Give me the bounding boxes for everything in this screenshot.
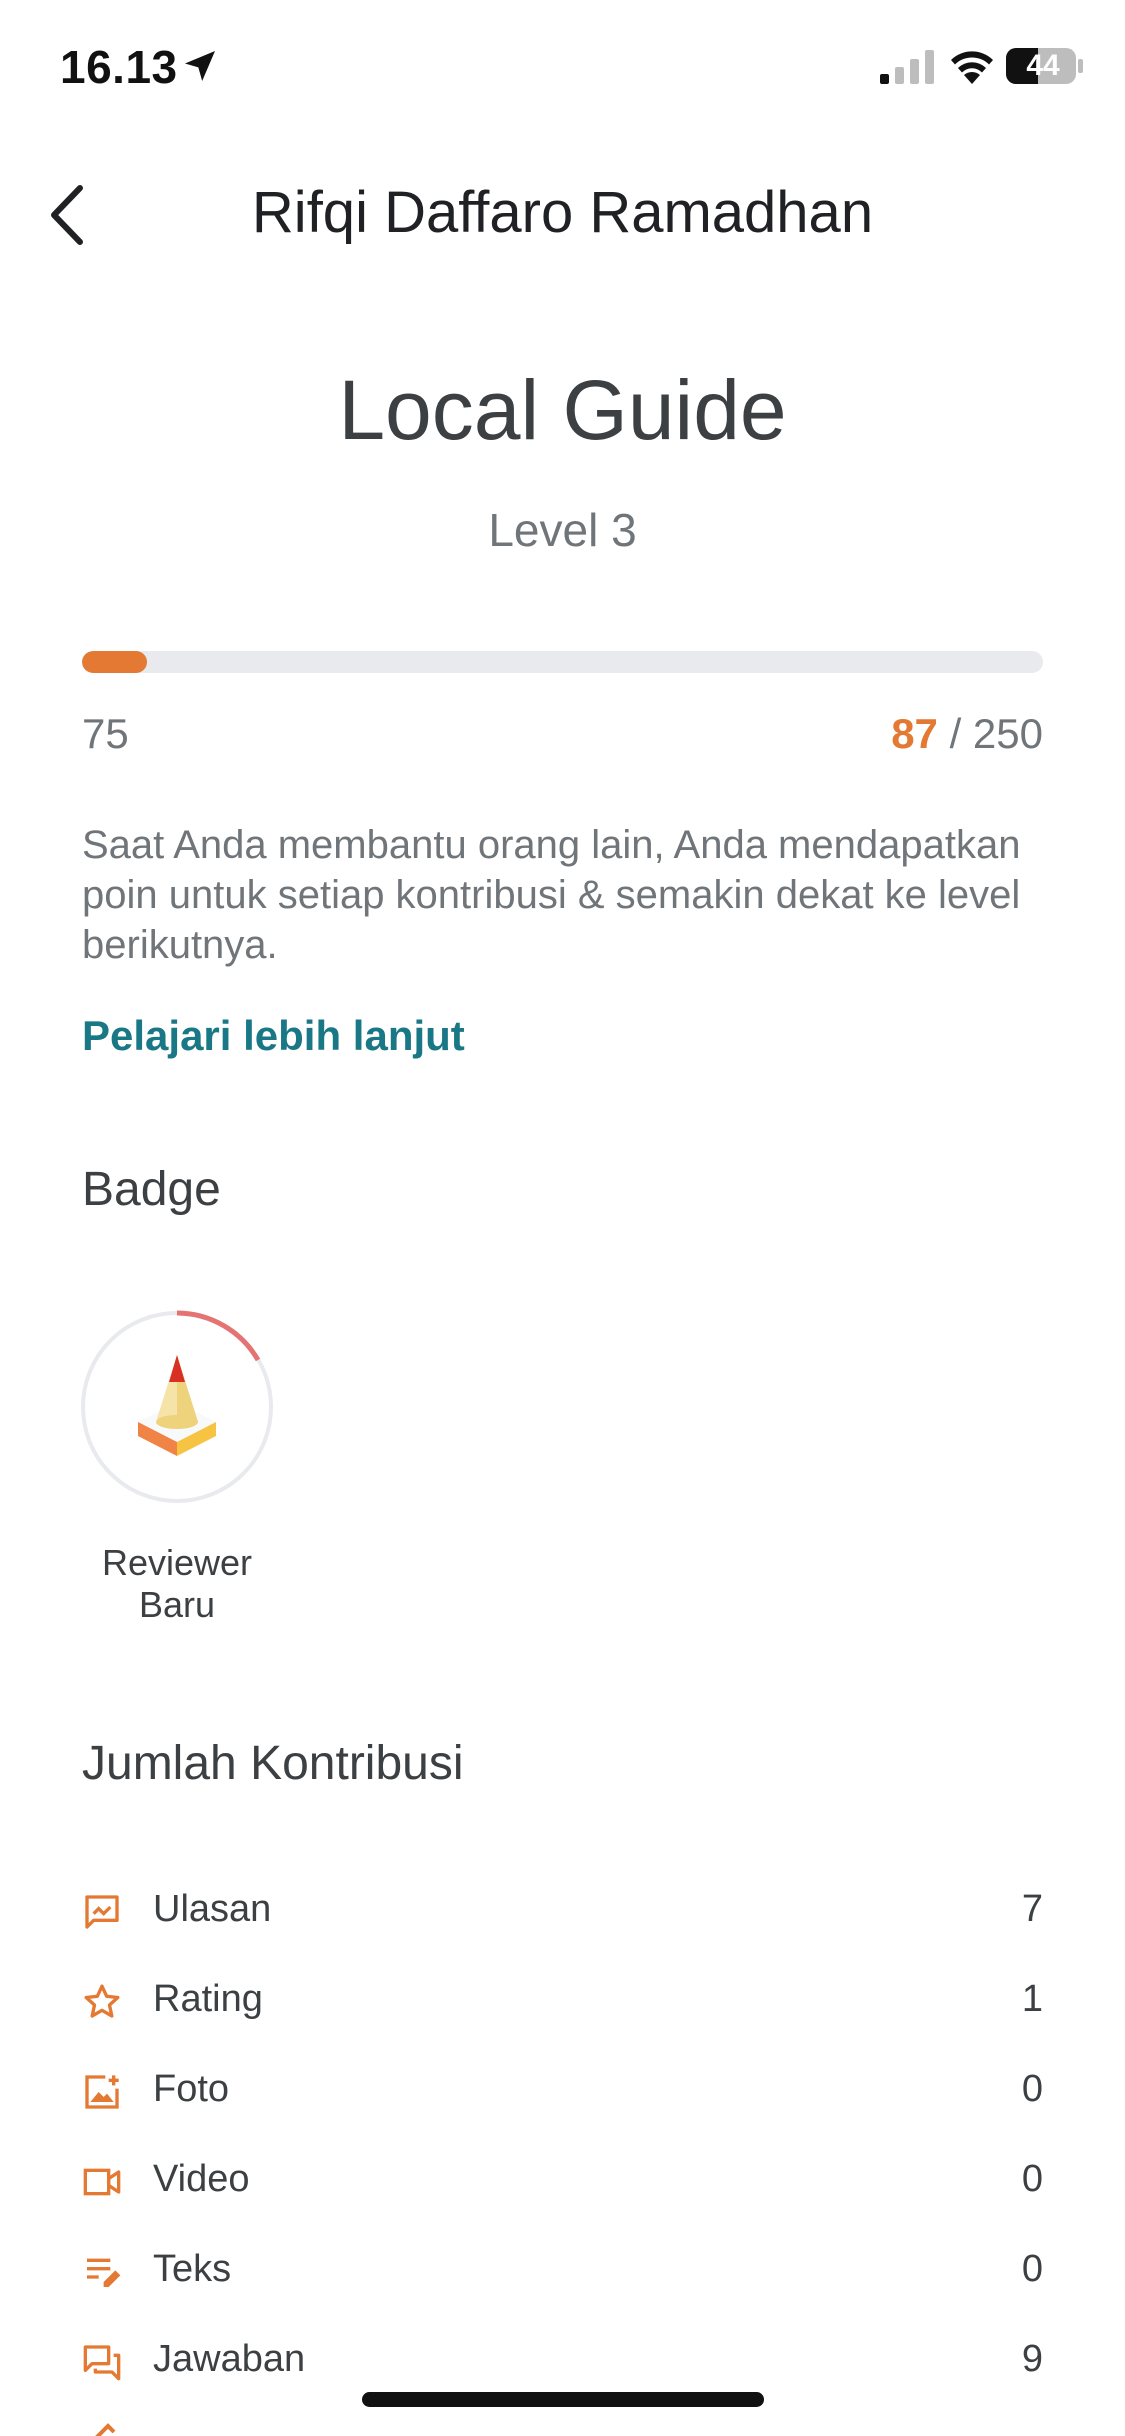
review-icon — [85, 1895, 119, 1929]
contribution-count: 1 — [1021, 1978, 1043, 2020]
contribution-count: 0 — [1021, 2248, 1043, 2290]
contribution-count: 0 — [1021, 2068, 1043, 2110]
progress-points: 87 / 250 — [891, 710, 1043, 758]
location-arrow-icon — [185, 51, 215, 81]
level-progress-fill — [82, 651, 148, 673]
home-indicator[interactable] — [362, 2392, 764, 2407]
badge-label: Reviewer Baru — [101, 1542, 253, 1625]
contributions-section-title: Jumlah Kontribusi — [82, 1737, 464, 1790]
status-time: 16.13 — [60, 41, 178, 93]
profile-name-title: Rifqi Daffaro Ramadhan — [251, 180, 874, 245]
answer-icon — [83, 2345, 121, 2381]
contribution-row-video[interactable]: Video 0 — [0, 2136, 1125, 2226]
back-button[interactable] — [40, 180, 100, 250]
contribution-row-teks[interactable]: Teks 0 — [0, 2226, 1125, 2316]
contribution-count: 0 — [1021, 2158, 1043, 2200]
progress-min-points: 75 — [82, 710, 129, 757]
current-points: 87 — [891, 710, 938, 757]
reviewer-badge-icon[interactable] — [80, 1310, 274, 1504]
local-guide-title: Local Guide — [338, 363, 787, 457]
status-bar: 16.13 44 — [0, 0, 1125, 140]
cellular-signal-icon — [880, 50, 934, 84]
points-separator: / — [937, 710, 973, 757]
contribution-row-rating[interactable]: Rating 1 — [0, 1956, 1125, 2046]
contribution-count: 7 — [1021, 1888, 1043, 1930]
contribution-label: Teks — [153, 2248, 232, 2290]
video-icon — [83, 2168, 121, 2196]
page: 16.13 44 Rifqi Daffaro Ramadhan Local Gu… — [0, 0, 1125, 2436]
star-icon — [84, 1984, 120, 2018]
contribution-row-ulasan[interactable]: Ulasan 7 — [0, 1866, 1125, 1956]
contribution-label: Video — [153, 2158, 250, 2200]
contributions-list: Ulasan 7 Rating 1 Foto 0 Video 0 Teks 0 … — [0, 1866, 1125, 2406]
partial-contribution-icon — [95, 2423, 116, 2436]
battery-level: 44 — [1026, 49, 1060, 82]
text-edit-icon — [87, 2258, 121, 2287]
contribution-count: 9 — [1021, 2338, 1043, 2380]
contribution-label: Foto — [153, 2068, 230, 2110]
wifi-icon — [951, 51, 993, 84]
contribution-label: Rating — [153, 1978, 263, 2020]
level-text: Level 3 — [488, 504, 637, 556]
contribution-row-foto[interactable]: Foto 0 — [0, 2046, 1125, 2136]
contribution-label: Jawaban — [153, 2338, 306, 2380]
next-level-points: 250 — [972, 710, 1043, 757]
contribution-label: Ulasan — [153, 1888, 272, 1930]
level-description: Saat Anda membantu orang lain, Anda mend… — [82, 823, 1021, 967]
learn-more-link[interactable]: Pelajari lebih lanjut — [82, 1012, 465, 1060]
photo-icon — [85, 2075, 119, 2109]
level-progress-bar — [82, 651, 1043, 673]
badge-section-title: Badge — [82, 1163, 221, 1216]
